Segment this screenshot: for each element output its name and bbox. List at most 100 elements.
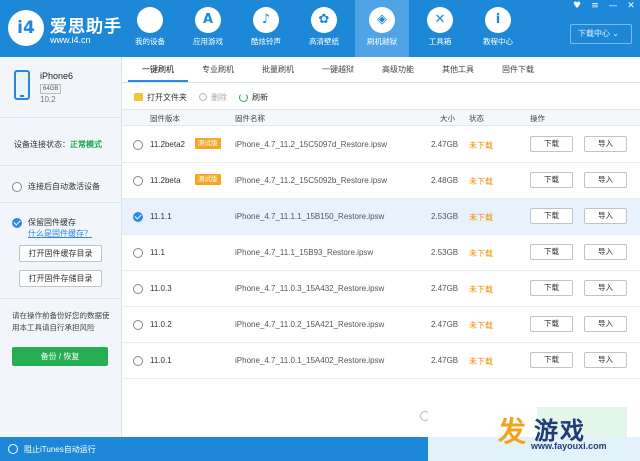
radio-unchecked[interactable] xyxy=(133,284,143,294)
refresh-icon xyxy=(239,92,248,102)
tab-other-tools[interactable]: 其他工具 xyxy=(428,57,488,82)
download-status: 未下载 xyxy=(469,285,493,294)
download-button[interactable]: 下载 xyxy=(530,136,573,152)
beta-badge: 测试版 xyxy=(195,138,221,149)
import-button[interactable]: 导入 xyxy=(584,352,627,368)
app-logo: i4 爱思助手 www.i4.cn xyxy=(8,6,128,52)
device-capacity: 64GB xyxy=(40,84,62,94)
nav-label: 酷炫铃声 xyxy=(251,37,281,46)
check-icon[interactable] xyxy=(12,217,22,228)
tab-firmware-download[interactable]: 固件下载 xyxy=(488,57,548,82)
app-url: www.i4.cn xyxy=(50,35,91,45)
risk-warning: 请在操作前备份好您的数据使用本工具请自行承担风险 xyxy=(12,311,110,332)
beta-badge: 测试版 xyxy=(195,174,221,185)
nav-label: 我的设备 xyxy=(135,37,165,46)
menu-icon[interactable]: ≡ xyxy=(590,1,600,11)
download-button[interactable]: 下载 xyxy=(530,172,573,188)
open-folder-button[interactable]: 打开文件夹 xyxy=(134,92,187,103)
open-store-dir-button[interactable]: 打开固件存储目录 xyxy=(19,270,102,287)
firmware-name: iPhone_4.7_11.2_15C5097d_Restore.ipsw xyxy=(235,140,387,149)
import-button[interactable]: 导入 xyxy=(584,136,627,152)
download-status: 未下载 xyxy=(469,249,493,258)
firmware-size: 2.47GB xyxy=(431,320,459,329)
firmware-name: iPhone_4.7_11.2_15C5092b_Restore.ipsw xyxy=(235,176,387,185)
import-button[interactable]: 导入 xyxy=(584,280,627,296)
appstore-icon: A xyxy=(195,7,221,33)
table-header: 固件版本 固件名称 大小 状态 操作 xyxy=(122,109,640,126)
heart-icon[interactable]: ♥ xyxy=(572,1,582,11)
close-icon[interactable]: ✕ xyxy=(626,1,636,11)
delete-icon xyxy=(199,93,207,101)
backup-restore-button[interactable]: 备份 / 恢复 xyxy=(12,347,108,366)
radio-checked[interactable] xyxy=(133,212,143,222)
auto-activate-option[interactable]: 连接后自动激活设备 xyxy=(12,181,100,192)
download-button[interactable]: 下载 xyxy=(530,280,573,296)
firmware-version: 11.2beta2 xyxy=(150,140,185,149)
stop-itunes-checkbox[interactable] xyxy=(8,444,18,454)
firmware-version: 11.1 xyxy=(150,248,165,257)
app-name: 爱思助手 xyxy=(50,17,122,36)
download-center-button[interactable]: 下载中心 ⌄ xyxy=(570,24,632,44)
radio-unchecked[interactable] xyxy=(133,248,143,258)
dropbox-icon: ◈ xyxy=(369,7,395,33)
tab-one-click-jailbreak[interactable]: 一键越狱 xyxy=(308,57,368,82)
firmware-version: 11.0.3 xyxy=(150,284,172,293)
nav-label: 应用游戏 xyxy=(193,37,223,46)
nav-my-device[interactable]: 我的设备 xyxy=(123,0,177,57)
tab-one-click-flash[interactable]: 一键刷机 xyxy=(128,57,188,82)
header-action: 操作 xyxy=(530,114,545,123)
table-row[interactable]: 11.2beta 测试版 iPhone_4.7_11.2_15C5092b_Rest… xyxy=(122,163,640,199)
radio-unchecked[interactable] xyxy=(133,140,143,150)
refresh-button[interactable]: 刷新 xyxy=(239,92,268,103)
download-button[interactable]: 下载 xyxy=(530,316,573,332)
firmware-name: iPhone_4.7_11.1_15B93_Restore.ipsw xyxy=(235,248,374,257)
nav-label: 刷机越狱 xyxy=(367,37,397,46)
firmware-version: 11.1.1 xyxy=(150,212,172,221)
nav-toolbox[interactable]: ✕ 工具箱 xyxy=(413,0,467,57)
radio-unchecked[interactable] xyxy=(133,356,143,366)
nav-tutorials[interactable]: i 教程中心 xyxy=(471,0,525,57)
table-row[interactable]: 11.1.1 iPhone_4.7_11.1.1_15B150_Restore.i… xyxy=(122,199,640,235)
minimize-icon[interactable]: — xyxy=(608,1,618,11)
tab-advanced[interactable]: 高级功能 xyxy=(368,57,428,82)
main-panel: 一键刷机 专业刷机 批量刷机 一键越狱 高级功能 其他工具 固件下载 打开文件夹… xyxy=(122,57,640,437)
auto-activate-label: 连接后自动激活设备 xyxy=(28,182,100,191)
radio-unchecked[interactable] xyxy=(12,181,22,192)
import-button[interactable]: 导入 xyxy=(584,208,627,224)
nav-ringtones[interactable]: ♪ 酷炫铃声 xyxy=(239,0,293,57)
divider xyxy=(0,165,121,166)
open-cache-dir-button[interactable]: 打开固件缓存目录 xyxy=(19,245,102,262)
header-status: 状态 xyxy=(469,114,484,123)
table-row[interactable]: 11.1 iPhone_4.7_11.1_15B93_Restore.ipsw 2.… xyxy=(122,235,640,271)
import-button[interactable]: 导入 xyxy=(584,244,627,260)
info-icon: i xyxy=(485,7,511,33)
table-row[interactable]: 11.2beta2 测试版 iPhone_4.7_11.2_15C5097d_Res… xyxy=(122,127,640,163)
delete-label: 删除 xyxy=(211,92,227,102)
connection-status-value: 正常模式 xyxy=(70,140,102,149)
download-button[interactable]: 下载 xyxy=(530,352,573,368)
nav-apps-games[interactable]: A 应用游戏 xyxy=(181,0,235,57)
header-size: 大小 xyxy=(440,114,455,123)
download-button[interactable]: 下载 xyxy=(530,244,573,260)
download-button[interactable]: 下载 xyxy=(530,208,573,224)
keep-cache-option[interactable]: 保留固件缓存 xyxy=(12,217,76,228)
what-is-cache-link[interactable]: 什么是固件缓存？ xyxy=(28,228,92,239)
table-row[interactable]: 11.0.3 iPhone_4.7_11.0.3_15A432_Restore.i… xyxy=(122,271,640,307)
nav-wallpapers[interactable]: ✿ 高清壁纸 xyxy=(297,0,351,57)
window-controls: ♥ ≡ — ✕ xyxy=(572,1,636,11)
import-button[interactable]: 导入 xyxy=(584,172,627,188)
radio-unchecked[interactable] xyxy=(133,320,143,330)
delete-button[interactable]: 删除 xyxy=(199,92,227,103)
nav-flash-jailbreak[interactable]: ◈ 刷机越狱 xyxy=(355,0,409,57)
apple-icon xyxy=(137,7,163,33)
table-row[interactable]: 11.0.2 iPhone_4.7_11.0.2_15A421_Restore.i… xyxy=(122,307,640,343)
radio-unchecked[interactable] xyxy=(133,176,143,186)
tab-pro-flash[interactable]: 专业刷机 xyxy=(188,57,248,82)
main-nav: 我的设备 A 应用游戏 ♪ 酷炫铃声 ✿ 高清壁纸 ◈ 刷机越狱 ✕ 工具箱 i… xyxy=(123,0,529,57)
flower-icon: ✿ xyxy=(311,7,337,33)
import-button[interactable]: 导入 xyxy=(584,316,627,332)
tab-batch-flash[interactable]: 批量刷机 xyxy=(248,57,308,82)
table-row[interactable]: 11.0.1 iPhone_4.7_11.0.1_15A402_Restore.i… xyxy=(122,343,640,379)
device-name: iPhone6 xyxy=(40,71,74,81)
nav-label: 教程中心 xyxy=(483,37,513,46)
